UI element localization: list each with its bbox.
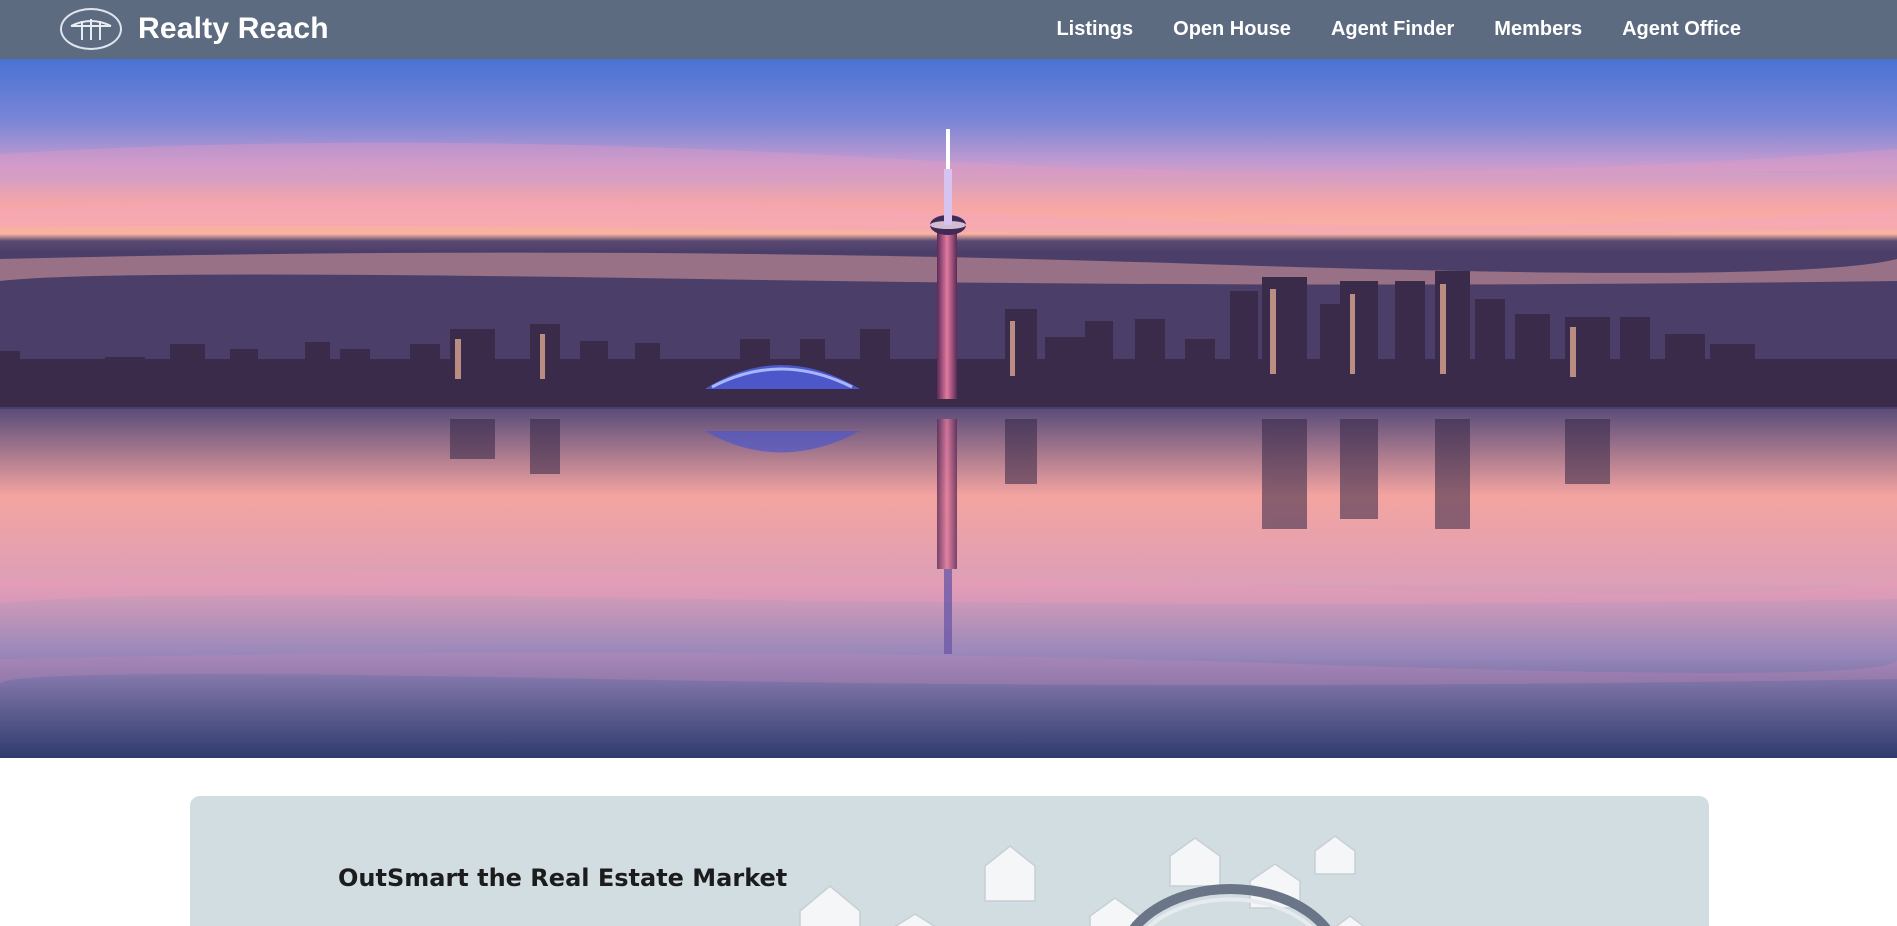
main-nav: Listings Open House Agent Finder Members…: [1056, 0, 1741, 59]
houses-magnifier-illustration: [790, 826, 1450, 926]
nav-agent-office[interactable]: Agent Office: [1622, 18, 1741, 41]
promo-card-title: OutSmart the Real Estate Market: [338, 864, 788, 892]
hero-skyline-image: [0, 59, 1897, 758]
nav-agent-finder[interactable]: Agent Finder: [1331, 18, 1454, 41]
hero-banner: [0, 59, 1897, 758]
top-navbar: Realty Reach Listings Open House Agent F…: [0, 0, 1897, 59]
nav-listings[interactable]: Listings: [1056, 18, 1133, 41]
nav-members[interactable]: Members: [1494, 18, 1582, 41]
promo-card: OutSmart the Real Estate Market: [190, 796, 1709, 926]
bridge-logo-icon: [60, 8, 122, 50]
brand[interactable]: Realty Reach: [60, 8, 329, 50]
brand-name[interactable]: Realty Reach: [138, 12, 329, 46]
nav-open-house[interactable]: Open House: [1173, 18, 1291, 41]
